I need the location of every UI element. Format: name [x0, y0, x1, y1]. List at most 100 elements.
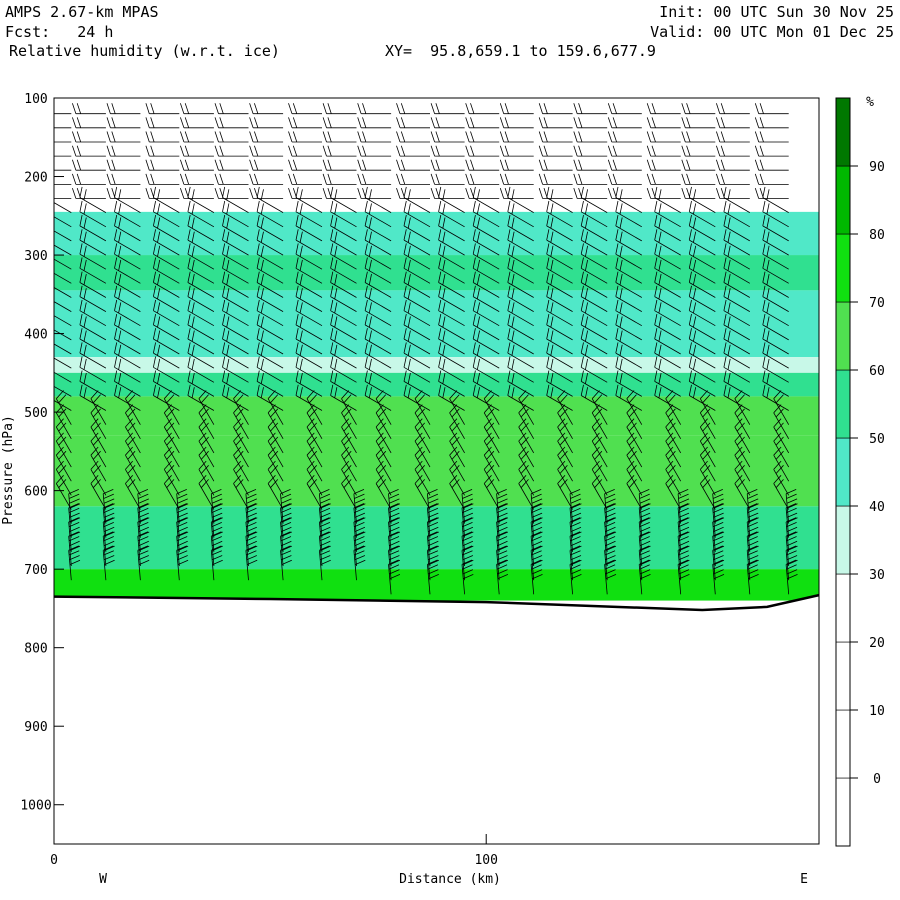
wind-barb — [754, 117, 789, 129]
wind-barb — [538, 117, 573, 129]
wind-barb — [106, 117, 141, 129]
wind-barb — [256, 186, 284, 213]
wind-barb — [72, 173, 106, 185]
wind-barb — [430, 173, 465, 185]
wind-barb — [499, 187, 534, 199]
wind-barb — [396, 131, 430, 143]
wind-barb — [430, 187, 465, 199]
wind-barb — [573, 145, 608, 157]
wind-barb — [646, 131, 681, 143]
wind-barb — [322, 131, 357, 143]
wind-barb — [716, 145, 750, 157]
wind-barb — [499, 145, 534, 157]
wind-barb — [106, 159, 141, 171]
wind-barb — [214, 173, 249, 185]
wind-barb — [654, 186, 681, 213]
wind-barb — [180, 187, 214, 199]
wind-barb — [180, 145, 214, 157]
wind-barb — [72, 131, 106, 143]
x-axis-label: Distance (km) — [399, 872, 501, 887]
wind-barb — [322, 173, 357, 185]
wind-barb — [249, 103, 284, 115]
colorbar-label: 80 — [869, 228, 885, 243]
x-tick-label: 100 — [474, 853, 497, 868]
wind-barb — [249, 187, 284, 199]
wind-barb — [573, 117, 608, 129]
wind-barb — [54, 202, 72, 213]
wind-barb — [249, 131, 284, 143]
colorbar-label: 50 — [869, 432, 885, 447]
wind-barb — [607, 187, 642, 199]
wind-barb — [79, 186, 107, 213]
wind-barb — [54, 155, 72, 157]
wind-barb — [507, 186, 534, 213]
wind-barb — [106, 173, 141, 185]
colorbar-segment — [835, 573, 851, 643]
wind-barb — [322, 159, 357, 171]
wind-barb — [106, 187, 141, 199]
wind-barb — [754, 131, 789, 143]
wind-barb — [396, 117, 430, 129]
wind-barb — [580, 186, 608, 213]
wind-barb — [288, 187, 322, 199]
wind-barb — [249, 117, 284, 129]
wind-barb — [681, 117, 716, 129]
wind-barb — [249, 173, 284, 185]
wind-barb — [465, 187, 500, 199]
wind-barb — [72, 103, 106, 115]
wind-barb — [72, 159, 106, 171]
wind-barb — [72, 187, 106, 199]
wind-barb — [180, 117, 214, 129]
wind-barb — [465, 145, 500, 157]
wind-barb — [681, 159, 716, 171]
wind-barb — [396, 187, 430, 199]
wind-barb — [288, 173, 322, 185]
y-tick-label: 600 — [24, 485, 47, 500]
wind-barb — [465, 103, 500, 115]
wind-barb — [716, 131, 750, 143]
wind-barb — [716, 103, 750, 115]
rh-band-7 — [54, 506, 819, 570]
colorbar-label: 30 — [869, 568, 885, 583]
wind-barb — [538, 159, 573, 171]
y-tick-label: 700 — [24, 563, 47, 578]
wind-barb — [646, 145, 681, 157]
colorbar-label: 0 — [873, 772, 881, 787]
wind-barb — [538, 145, 573, 157]
wind-barb — [396, 173, 430, 185]
wind-barb — [214, 145, 249, 157]
wind-barb — [249, 145, 284, 157]
wind-barb — [357, 117, 392, 129]
colorbar-segment — [835, 709, 851, 779]
west-label: W — [99, 872, 107, 887]
wind-barb — [716, 187, 750, 199]
wind-barb — [716, 173, 750, 185]
wind-barb — [607, 145, 642, 157]
wind-barb — [430, 145, 465, 157]
colorbar-segment — [835, 165, 851, 235]
y-tick-label: 500 — [24, 406, 47, 421]
wind-barb — [106, 145, 141, 157]
wind-barb — [546, 186, 573, 213]
colorbar-unit: % — [866, 95, 874, 110]
y-tick-label: 400 — [24, 328, 47, 343]
wind-barb — [723, 186, 751, 213]
rh-band-2 — [54, 290, 819, 358]
wind-barb — [54, 141, 72, 143]
cross-section-chart: 1002003004005006007008009001000 0 100W E P… — [1, 92, 885, 887]
wind-barb — [573, 159, 608, 171]
wind-barb — [330, 186, 357, 213]
east-label: E — [800, 872, 808, 887]
wind-barb — [430, 117, 465, 129]
wind-barb — [681, 145, 716, 157]
wind-barb — [465, 117, 500, 129]
wind-barb — [607, 117, 642, 129]
colorbar-label: 20 — [869, 636, 885, 651]
colorbar-segment — [835, 301, 851, 371]
wind-barb — [145, 187, 180, 199]
wind-barb — [214, 159, 249, 171]
colorbar-label: 10 — [869, 704, 885, 719]
wind-barb — [396, 103, 430, 115]
wind-barb — [499, 117, 534, 129]
wind-barb — [180, 131, 214, 143]
